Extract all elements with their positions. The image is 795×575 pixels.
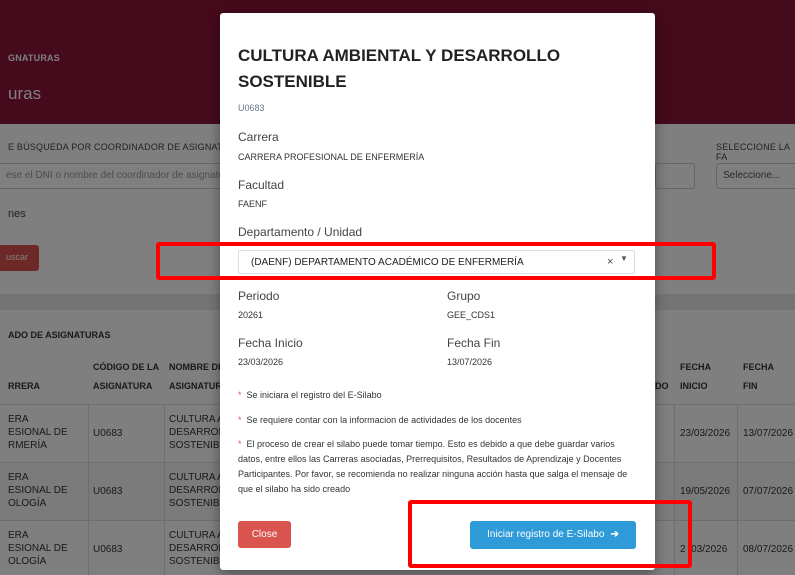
required-marker: * [238, 390, 242, 400]
highlight-department-select [156, 242, 716, 280]
subject-code: U0683 [238, 103, 265, 113]
fecha-inicio-value: 23/03/2026 [238, 357, 284, 367]
fecha-inicio-label: Fecha Inicio [238, 336, 303, 350]
carrera-value: CARRERA PROFESIONAL DE ENFERMERÍA [238, 152, 425, 162]
required-marker: * [238, 439, 242, 449]
grupo-value: GEE_CDS1 [447, 310, 496, 320]
close-button[interactable]: Close [238, 521, 291, 548]
facultad-label: Facultad [238, 178, 285, 192]
note-text: El proceso de crear el silabo puede toma… [238, 439, 628, 494]
modal-title: CULTURA AMBIENTAL Y DESARROLLO SOSTENIBL… [238, 46, 561, 91]
info-note: * El proceso de crear el silabo puede tom… [238, 437, 638, 497]
periodo-label: Periodo [238, 289, 280, 303]
highlight-start-button [408, 500, 692, 568]
create-syllabus-modal: CULTURA AMBIENTAL Y DESARROLLO SOSTENIBL… [220, 13, 655, 570]
facultad-value: FAENF [238, 199, 268, 209]
fecha-fin-value: 13/07/2026 [447, 357, 493, 367]
fecha-fin-label: Fecha Fin [447, 336, 501, 350]
grupo-label: Grupo [447, 289, 481, 303]
note-text: Se iniciara el registro del E-Silabo [246, 390, 382, 400]
info-note: * Se requiere contar con la informacion d… [238, 413, 638, 428]
periodo-value: 20261 [238, 310, 264, 320]
info-note: * Se iniciara el registro del E-Silabo [238, 388, 638, 403]
required-marker: * [238, 415, 242, 425]
carrera-label: Carrera [238, 130, 279, 144]
departamento-label: Departamento / Unidad [238, 225, 363, 239]
note-text: Se requiere contar con la informacion de… [246, 415, 522, 425]
